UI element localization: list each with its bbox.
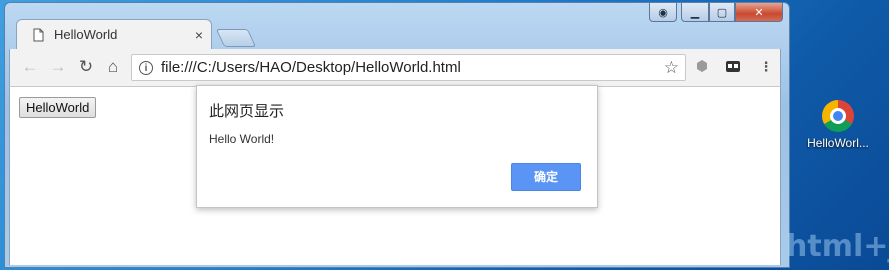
dialog-title: 此网页显示: [209, 103, 285, 120]
close-window-button[interactable]: ✕: [735, 3, 783, 22]
tab-title: HelloWorld: [54, 27, 118, 42]
desktop-icon-label: HelloWorl...: [807, 136, 869, 150]
info-icon[interactable]: i: [139, 60, 153, 75]
dialog-message: Hello World!: [209, 132, 275, 146]
tab-helloworld[interactable]: HelloWorld ×: [16, 19, 212, 49]
star-icon[interactable]: ☆: [664, 58, 679, 78]
back-icon[interactable]: ←: [20, 57, 40, 77]
extension-icon[interactable]: [693, 58, 711, 76]
alert-dialog: 此网页显示 Hello World! 确定: [196, 85, 598, 208]
forward-icon[interactable]: →: [48, 57, 68, 77]
chrome-icon: [822, 100, 854, 132]
home-icon[interactable]: ⌂: [103, 57, 123, 77]
watermark: html+js: [786, 229, 889, 264]
desktop-shortcut-helloworld[interactable]: HelloWorl...: [796, 100, 880, 150]
maximize-button[interactable]: ▢: [709, 3, 735, 22]
tab-close-icon[interactable]: ×: [195, 27, 203, 43]
url-text: file:///C:/Users/HAO/Desktop/HelloWorld.…: [161, 59, 461, 76]
reload-icon[interactable]: ↻: [76, 57, 96, 77]
menu-icon[interactable]: ⋮: [757, 58, 775, 76]
helloworld-button[interactable]: HelloWorld: [19, 97, 97, 118]
cast-icon[interactable]: [724, 58, 742, 76]
browser-toolbar: ← → ↻ ⌂ i file:///C:/Users/HAO/Desktop/H…: [9, 49, 781, 87]
user-icon[interactable]: ◉: [649, 3, 677, 22]
ok-button[interactable]: 确定: [511, 163, 581, 191]
minimize-button[interactable]: ▁: [681, 3, 709, 22]
document-icon: [33, 28, 44, 41]
address-bar[interactable]: i file:///C:/Users/HAO/Desktop/HelloWorl…: [131, 54, 686, 81]
window-controls: ◉ ▁ ▢ ✕: [649, 3, 783, 23]
